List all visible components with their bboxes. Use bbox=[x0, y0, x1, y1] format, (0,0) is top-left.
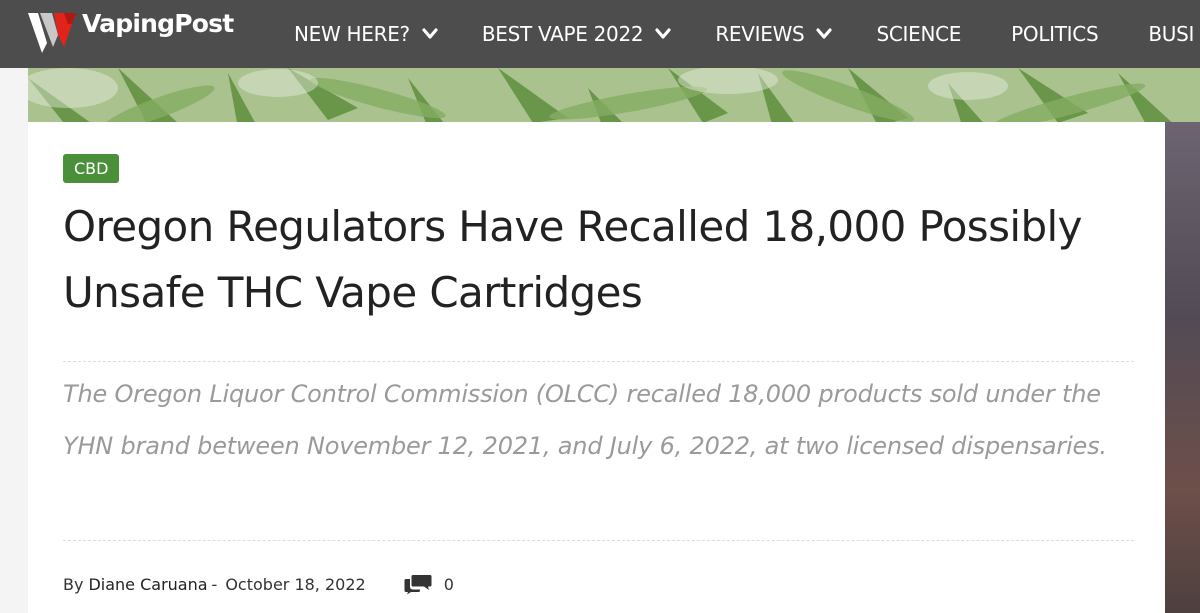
chevron-down-icon bbox=[422, 28, 438, 39]
leaf-pattern bbox=[28, 68, 1200, 128]
divider bbox=[63, 361, 1134, 362]
article-meta: By Diane Caruana - October 18, 2022 0 bbox=[63, 572, 454, 596]
comments-icon bbox=[404, 575, 432, 595]
nav-item-science[interactable]: SCIENCE bbox=[876, 22, 961, 46]
comment-count: 0 bbox=[443, 574, 454, 594]
nav-item-label: BEST VAPE 2022 bbox=[481, 22, 644, 46]
nav-item-label: POLITICS bbox=[1011, 22, 1099, 46]
publish-date: October 18, 2022 bbox=[225, 574, 366, 594]
article-title: Oregon Regulators Have Recalled 18,000 P… bbox=[63, 202, 1082, 317]
vapingpost-logo-icon bbox=[28, 13, 76, 53]
article-excerpt: The Oregon Liquor Control Commission (OL… bbox=[63, 380, 1107, 460]
nav-item-business[interactable]: BUSI bbox=[1148, 22, 1194, 46]
nav-item-label: SCIENCE bbox=[876, 22, 962, 46]
nav-item-best-vape-2022[interactable]: BEST VAPE 2022 bbox=[482, 22, 671, 46]
nav-item-label: BUSI bbox=[1148, 22, 1195, 46]
nav-item-label: REVIEWS bbox=[715, 22, 805, 46]
nav-item-politics[interactable]: POLITICS bbox=[1011, 22, 1099, 46]
article-card: CBD Oregon Regulators Have Recalled 18,0… bbox=[28, 122, 1165, 613]
byline-label: By bbox=[63, 574, 84, 594]
nav-item-reviews[interactable]: REVIEWS bbox=[715, 22, 833, 46]
site-name: VapingPost bbox=[82, 8, 234, 38]
author-link[interactable]: Diane Caruana bbox=[88, 575, 207, 594]
site-logo[interactable]: VapingPost bbox=[28, 8, 234, 53]
nav-item-label: NEW HERE? bbox=[294, 22, 410, 46]
sidebar-image-edge bbox=[1165, 122, 1200, 613]
page: VapingPost NEW HERE? BEST VAPE 2022 REVI… bbox=[0, 0, 1200, 613]
top-navbar: VapingPost NEW HERE? BEST VAPE 2022 REVI… bbox=[0, 0, 1200, 68]
category-badge[interactable]: CBD bbox=[63, 154, 120, 183]
chevron-down-icon bbox=[655, 28, 671, 39]
main-nav: NEW HERE? BEST VAPE 2022 REVIEWS SCIENCE bbox=[294, 0, 1200, 68]
comments-link[interactable]: 0 bbox=[404, 573, 454, 595]
chevron-down-icon bbox=[816, 28, 833, 39]
divider bbox=[63, 540, 1134, 541]
byline-separator: - bbox=[211, 574, 218, 594]
nav-item-new-here[interactable]: NEW HERE? bbox=[294, 22, 438, 46]
